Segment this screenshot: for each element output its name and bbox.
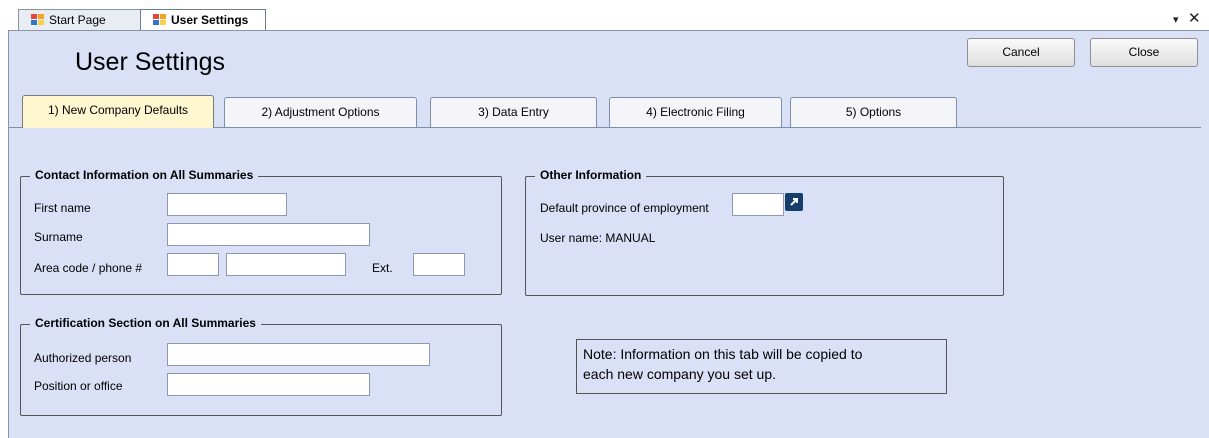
tab-options[interactable]: 5) Options: [790, 97, 957, 128]
first-name-field[interactable]: [167, 193, 287, 216]
group-title: Contact Information on All Summaries: [30, 168, 259, 182]
area-code-field[interactable]: [167, 253, 219, 276]
ext-field[interactable]: [413, 253, 465, 276]
group-title: Other Information: [535, 168, 647, 182]
doc-tab-start-page[interactable]: Start Page: [18, 9, 142, 30]
surname-field[interactable]: [167, 223, 370, 246]
close-button[interactable]: Close: [1090, 38, 1198, 67]
position-field[interactable]: [167, 373, 370, 396]
open-picker-icon[interactable]: [785, 193, 803, 211]
chevron-down-icon[interactable]: ▾: [1173, 13, 1179, 26]
username-text: User name: MANUAL: [540, 231, 656, 245]
tab-new-company-defaults[interactable]: 1) New Company Defaults: [22, 95, 214, 128]
ext-label: Ext.: [372, 261, 393, 275]
doc-tab-label: Start Page: [49, 13, 106, 27]
phone-field[interactable]: [226, 253, 346, 276]
doc-tab-label: User Settings: [171, 13, 249, 27]
position-label: Position or office: [34, 379, 123, 393]
other-information-group: Other Information Default province of em…: [525, 168, 1004, 296]
group-title: Certification Section on All Summaries: [30, 316, 261, 330]
document-tab-strip: Start Page User Settings ▾ ✕: [0, 0, 1209, 30]
tab-data-entry[interactable]: 3) Data Entry: [430, 97, 597, 128]
note-box: Note: Information on this tab will be co…: [576, 339, 947, 394]
close-icon[interactable]: ✕: [1188, 9, 1201, 27]
window-icon: [153, 14, 167, 26]
settings-panel: User Settings Cancel Close 1) New Compan…: [8, 30, 1209, 438]
phone-label: Area code / phone #: [34, 261, 143, 275]
tab-adjustment-options[interactable]: 2) Adjustment Options: [224, 97, 417, 128]
surname-label: Surname: [34, 230, 83, 244]
page-title: User Settings: [75, 48, 226, 76]
certification-section-group: Certification Section on All Summaries A…: [20, 316, 502, 416]
authorized-person-field[interactable]: [167, 343, 430, 366]
cancel-button[interactable]: Cancel: [967, 38, 1075, 67]
first-name-label: First name: [34, 201, 91, 215]
authorized-person-label: Authorized person: [34, 351, 132, 365]
doc-tab-user-settings[interactable]: User Settings: [140, 9, 266, 30]
province-field[interactable]: [732, 193, 784, 216]
tab-electronic-filing[interactable]: 4) Electronic Filing: [609, 97, 782, 128]
window-icon: [31, 14, 45, 26]
contact-information-group: Contact Information on All Summaries Fir…: [20, 168, 502, 295]
note-line: Note: Information on this tab will be co…: [583, 346, 863, 362]
province-label: Default province of employment: [540, 201, 709, 215]
note-line: each new company you set up.: [583, 366, 777, 382]
